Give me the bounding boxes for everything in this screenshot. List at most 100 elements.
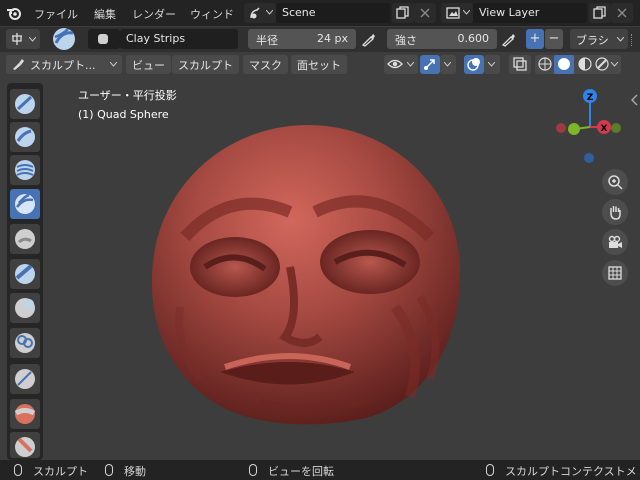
rendered-shading-icon[interactable] — [595, 57, 609, 71]
sidebar-toggle-icon[interactable] — [631, 94, 639, 106]
header-overflow-indicator — [631, 34, 633, 46]
menu-file[interactable]: ファイル — [34, 6, 78, 22]
chevron-down-icon — [266, 10, 273, 15]
tool-smooth[interactable] — [10, 399, 40, 429]
copy-icon — [593, 6, 606, 19]
mouse-left-icon — [14, 464, 22, 476]
camera-view-button[interactable] — [602, 229, 628, 255]
scene-browse-button[interactable] — [244, 3, 276, 23]
navigation-gizmo[interactable]: Z X — [548, 88, 628, 168]
gizmo-neg-z-axis[interactable] — [584, 153, 594, 163]
overlays-icon — [467, 58, 480, 71]
chevron-down-icon — [444, 62, 451, 67]
scene-name-field[interactable]: Scene — [276, 3, 390, 23]
mode-label: スカルプト... — [30, 59, 96, 72]
tool-layer[interactable] — [10, 259, 40, 289]
perspective-toggle-button[interactable] — [602, 260, 628, 286]
view-layer-name-field[interactable]: View Layer — [473, 3, 587, 23]
gizmo-toggle-button[interactable] — [420, 55, 440, 74]
material-preview-icon[interactable] — [578, 57, 592, 71]
zoom-button[interactable] — [602, 169, 628, 195]
blob-brush-icon — [15, 333, 35, 353]
close-icon — [420, 8, 430, 18]
layer-brush-icon — [15, 264, 35, 284]
clay-brush-icon — [15, 160, 35, 180]
face-sets-menu[interactable]: 面セット — [291, 55, 347, 74]
mask-menu[interactable]: マスク — [243, 55, 288, 74]
chevron-down-icon — [617, 37, 624, 42]
smooth-brush-icon — [14, 404, 36, 424]
3d-viewport[interactable]: スカルプト... ビュー スカルプト マスク 面セット ユーザー・平行投影 (1… — [0, 52, 640, 460]
status-rotate-hint: ビューを回転 — [268, 465, 334, 478]
xray-icon — [513, 57, 527, 71]
tool-draw-sharp[interactable] — [10, 89, 40, 119]
tool-clay-strips[interactable] — [10, 189, 40, 219]
brush-menu-label: ブラシ — [576, 34, 609, 47]
chevron-down-icon — [611, 62, 618, 67]
direction-subtract-button[interactable]: − — [545, 29, 563, 49]
view-layer-browse-button[interactable] — [441, 3, 473, 23]
symmetry-dropdown[interactable] — [6, 29, 40, 49]
view-layer-icon — [446, 7, 460, 19]
direction-add-button[interactable]: + — [526, 29, 544, 49]
mouse-context-icon — [486, 464, 494, 476]
wireframe-shading-icon[interactable] — [538, 57, 552, 71]
view-layer-close-button[interactable] — [611, 3, 633, 23]
overlays-toggle-button[interactable] — [464, 55, 484, 74]
gizmo-z-label: Z — [587, 93, 594, 103]
pan-button[interactable] — [602, 199, 628, 225]
flatten-brush-icon — [15, 437, 35, 457]
sculpt-menu[interactable]: スカルプト — [172, 55, 239, 74]
hand-icon — [610, 206, 621, 220]
symmetry-icon — [12, 33, 22, 45]
tool-flatten[interactable] — [10, 432, 40, 458]
tool-blob[interactable] — [10, 328, 40, 358]
chevron-down-icon — [29, 37, 36, 42]
clay-thumb-brush-icon — [15, 229, 35, 249]
sculpt-mesh[interactable] — [140, 117, 480, 427]
tool-inflate[interactable] — [10, 293, 40, 323]
brush-datablock-icon — [98, 34, 108, 44]
chevron-down-icon — [407, 62, 414, 67]
menu-edit[interactable]: 編集 — [94, 6, 116, 22]
scene-new-button[interactable] — [392, 3, 414, 23]
radius-field[interactable]: 半径 24 px — [248, 29, 356, 49]
tool-settings-header: Clay Strips 半径 24 px 強さ 0.600 + − ブラシ — [0, 27, 640, 52]
gizmo-neg-y-axis[interactable] — [611, 123, 621, 133]
mode-dropdown[interactable]: スカルプト... — [6, 55, 122, 74]
tool-draw[interactable] — [10, 122, 40, 152]
clay-strips-brush-icon — [15, 193, 35, 214]
gizmo-neg-x-axis[interactable] — [556, 123, 566, 133]
camera-icon — [608, 235, 622, 248]
strength-field[interactable]: 強さ 0.600 — [387, 29, 497, 49]
close-icon — [617, 8, 627, 18]
view-layer-new-button[interactable] — [589, 3, 611, 23]
solid-shading-icon — [558, 58, 570, 70]
chevron-down-icon — [110, 62, 117, 67]
blender-logo-icon[interactable] — [6, 5, 22, 21]
tool-crease[interactable] — [10, 364, 40, 394]
brush-browse-button[interactable] — [88, 29, 120, 49]
copy-icon — [396, 6, 409, 19]
gizmo-y-axis[interactable] — [568, 123, 580, 135]
visibility-dropdown[interactable] — [384, 55, 418, 74]
chevron-down-icon — [488, 62, 495, 67]
menu-render[interactable]: レンダー — [132, 6, 176, 22]
status-move-hint: 移動 — [124, 465, 146, 478]
gizmo-x-label: X — [601, 124, 608, 134]
brush-name-field[interactable]: Clay Strips — [120, 29, 238, 49]
gizmo-dropdown[interactable] — [440, 55, 456, 74]
solid-shading-button[interactable] — [554, 55, 574, 74]
pressure-strength-icon[interactable] — [500, 32, 516, 48]
view-menu[interactable]: ビュー — [126, 55, 171, 74]
tool-clay[interactable] — [10, 155, 40, 185]
xray-toggle-button[interactable] — [509, 55, 531, 74]
menu-window[interactable]: ウィンド — [190, 6, 234, 22]
overlays-dropdown[interactable] — [484, 55, 500, 74]
brush-menu-dropdown[interactable]: ブラシ — [570, 29, 628, 49]
tool-clay-thumb[interactable] — [10, 224, 40, 254]
brush-preview-icon[interactable] — [46, 25, 82, 53]
pressure-radius-icon[interactable] — [360, 32, 376, 48]
scene-close-button[interactable] — [414, 3, 436, 23]
status-bar: スカルプト 移動 ビューを回転 スカルプトコンテクストメ — [0, 460, 640, 480]
